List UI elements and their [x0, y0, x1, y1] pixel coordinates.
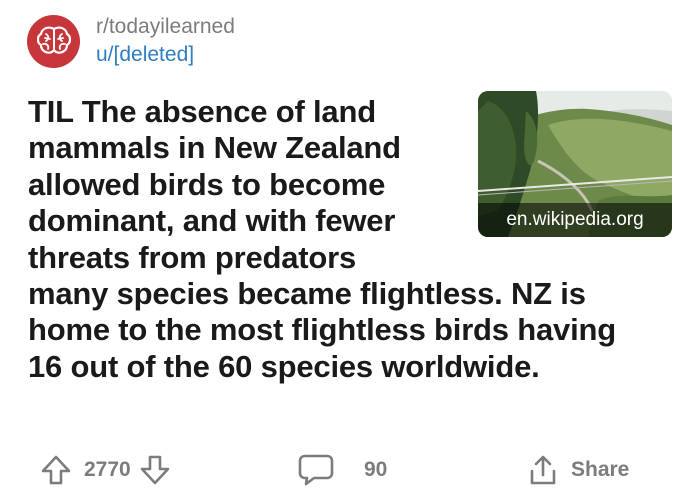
- vote-group: 2770: [40, 447, 171, 493]
- post-meta: r/todayilearned u/[deleted]: [96, 14, 235, 68]
- upvote-arrow-icon[interactable]: [40, 454, 72, 486]
- downvote-arrow-icon[interactable]: [139, 454, 171, 486]
- action-bar: 2770 90 Share: [0, 447, 700, 493]
- share-icon: [527, 453, 559, 487]
- comment-count: 90: [364, 458, 388, 481]
- link-domain: en.wikipedia.org: [478, 203, 672, 237]
- subreddit-avatar[interactable]: [27, 14, 80, 68]
- post-header: r/todayilearned u/[deleted]: [27, 13, 235, 69]
- share-button[interactable]: Share: [527, 447, 629, 493]
- link-preview-card[interactable]: en.wikipedia.org: [478, 91, 672, 237]
- author-name[interactable]: u/[deleted]: [96, 42, 235, 68]
- comments-button[interactable]: 90: [298, 447, 387, 493]
- vote-score: 2770: [84, 458, 131, 481]
- comment-bubble-icon: [298, 453, 334, 487]
- subreddit-name[interactable]: r/todayilearned: [96, 14, 235, 40]
- brain-icon: [36, 26, 71, 54]
- share-label: Share: [571, 458, 630, 481]
